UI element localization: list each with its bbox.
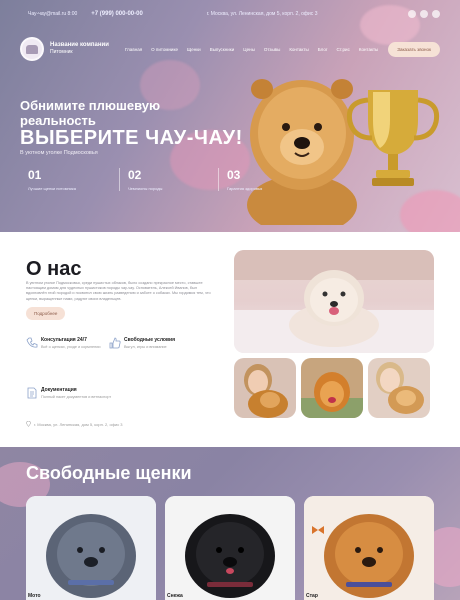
location-icon bbox=[26, 421, 31, 427]
girl-with-puppy-photo bbox=[234, 358, 296, 418]
hero-title: Обнимите плюшевую реальность bbox=[20, 98, 161, 128]
puppy-card[interactable]: Мото bbox=[26, 496, 156, 600]
call-button[interactable]: Заказать звонок bbox=[388, 41, 440, 57]
feature-text: Выгул, игры и внимание bbox=[124, 345, 167, 349]
about-text: В уютном уголке Подмосковья, среди пушис… bbox=[26, 281, 211, 301]
nav-item[interactable]: Главная bbox=[125, 47, 142, 52]
stat-text: Гарантия здоровья bbox=[227, 186, 263, 191]
feature-item: Свободные условия Выгул, игры и внимание bbox=[109, 337, 175, 349]
puppy-photo bbox=[304, 496, 434, 600]
logo[interactable] bbox=[20, 37, 44, 61]
feature-text: Всё о щенках, уходе и кормлении bbox=[41, 345, 101, 349]
feature-title: Документация bbox=[41, 387, 77, 393]
vk-icon[interactable] bbox=[432, 10, 440, 18]
top-bar: Чау-чау@mail.ru 8:00 +7 (999) 000-00-00 … bbox=[28, 10, 440, 18]
hero-section: Чау-чау@mail.ru 8:00 +7 (999) 000-00-00 … bbox=[0, 0, 460, 232]
nav-item[interactable]: Ст.рис bbox=[336, 47, 349, 52]
dog-on-bed-photo bbox=[234, 250, 434, 353]
stat-item: 02 Чемпионы породы bbox=[119, 168, 204, 191]
feature-title: Консультация 24/7 bbox=[41, 337, 87, 343]
brand-tagline: Питомник bbox=[50, 49, 73, 55]
puppy-name: Мото bbox=[28, 593, 41, 599]
nav-item[interactable]: Щенки bbox=[187, 47, 201, 52]
stat-number: 01 bbox=[28, 168, 42, 182]
puppy-photo bbox=[165, 496, 295, 600]
puppy-card[interactable]: Стар bbox=[304, 496, 434, 600]
brand-name: Название компании bbox=[50, 42, 109, 48]
thumbs-up-icon bbox=[109, 337, 121, 349]
puppy-name: Снежа bbox=[167, 593, 183, 599]
puppy-card[interactable]: Снежа bbox=[165, 496, 295, 600]
trophy-image bbox=[346, 90, 440, 186]
feature-item: Консультация 24/7 Всё о щенках, уходе и … bbox=[26, 337, 100, 349]
puppies-title: Свободные щенки bbox=[26, 463, 192, 483]
girl-with-chow-photo bbox=[368, 358, 430, 418]
top-email[interactable]: Чау-чау@mail.ru 8:00 bbox=[28, 11, 77, 17]
about-title: О нас bbox=[26, 258, 82, 280]
address-text: г. Москва, ул. Ленинская, дом 5, корп. 2… bbox=[34, 421, 123, 427]
nav-item[interactable]: Блог bbox=[318, 47, 328, 52]
nav-item[interactable]: Цены bbox=[243, 47, 255, 52]
nav-item[interactable]: О питомнике bbox=[151, 47, 178, 52]
stat-number: 03 bbox=[227, 168, 241, 182]
hero-subtitle: В уютном уголке Подмосковья bbox=[20, 150, 98, 156]
nav-item[interactable]: Выпускники bbox=[210, 47, 235, 52]
nav-menu: Главная О питомнике Щенки Выпускники Цен… bbox=[125, 47, 378, 52]
top-address: г. Москва, ул. Ленинская, дом 5, корп. 2… bbox=[206, 11, 318, 17]
stat-text: Лучшие щенки питомника bbox=[28, 186, 76, 191]
stat-text: Чемпионы породы bbox=[128, 186, 163, 191]
telegram-icon[interactable] bbox=[408, 10, 416, 18]
hero-stats: 01 Лучшие щенки питомника 02 Чемпионы по… bbox=[20, 168, 303, 191]
puppy-on-grass-photo bbox=[301, 358, 363, 418]
hero-headline: ВЫБЕРИТЕ ЧАУ-ЧАУ! bbox=[20, 127, 243, 149]
main-nav: Название компании Питомник Главная О пит… bbox=[20, 34, 440, 64]
about-address: г. Москва, ул. Ленинская, дом 5, корп. 2… bbox=[26, 421, 123, 427]
brand: Название компании Питомник bbox=[50, 42, 109, 56]
feature-item: Документация Полный пакет документов и в… bbox=[26, 387, 111, 399]
feature-title: Свободные условия bbox=[124, 337, 176, 343]
stat-item: 03 Гарантия здоровья bbox=[218, 168, 303, 191]
phone-icon bbox=[26, 337, 38, 348]
top-phone[interactable]: +7 (999) 000-00-00 bbox=[91, 11, 143, 17]
more-button[interactable]: Подробнее bbox=[26, 307, 66, 320]
whatsapp-icon[interactable] bbox=[420, 10, 428, 18]
feature-text: Полный пакет документов и ветпаспорт bbox=[41, 395, 112, 399]
available-puppies-section: Свободные щенки Мото Снежа Стар bbox=[0, 447, 460, 600]
flower-decoration bbox=[400, 190, 460, 232]
nav-item[interactable]: Контакты bbox=[289, 47, 308, 52]
nav-item[interactable]: Отзывы bbox=[264, 47, 280, 52]
stat-number: 02 bbox=[128, 168, 142, 182]
puppy-photo bbox=[26, 496, 156, 600]
stat-item: 01 Лучшие щенки питомника bbox=[20, 168, 105, 191]
puppy-name: Стар bbox=[306, 593, 318, 599]
document-icon bbox=[27, 387, 37, 399]
logo-icon bbox=[26, 44, 38, 54]
nav-item[interactable]: Контакты bbox=[359, 47, 378, 52]
